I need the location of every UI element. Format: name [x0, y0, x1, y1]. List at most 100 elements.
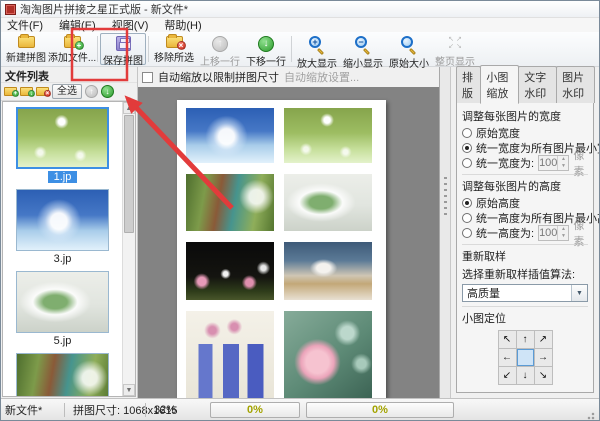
menu-edit[interactable]: 编辑(E) [59, 17, 96, 33]
position-group-label: 小图定位 [462, 310, 588, 326]
tab-text-watermark[interactable]: 文字水印 [518, 66, 557, 103]
radio-uniform-min-width[interactable]: 统一宽度为所有图片最小宽度 [462, 141, 588, 155]
file-name: 5.jp [48, 335, 78, 347]
position-bottom-left-button[interactable]: ↙ [499, 367, 516, 384]
file-list-toolbar: + ↓ × 全选 ↑ ↓ [1, 82, 137, 101]
move-item-down-button[interactable]: ↓ [101, 85, 114, 98]
position-top-right-button[interactable]: ↗ [535, 331, 552, 348]
list-item[interactable]: 3.jp [3, 189, 122, 265]
auto-scale-row: 自动缩放以限制拼图尺寸 自动缩放设置... [138, 67, 439, 87]
status-zoom-level: 32% [146, 404, 202, 416]
zoom-in-button[interactable]: + 放大显示 [294, 33, 340, 65]
add-folder-icon[interactable]: ↓ [20, 87, 33, 96]
radio-original-height[interactable]: 原始高度 [462, 196, 588, 210]
collage-canvas[interactable] [138, 87, 439, 398]
radio-custom-height[interactable]: 统一高度为: 100 ▲▼ 像素 [462, 226, 588, 240]
chevron-down-icon[interactable]: ▼ [571, 285, 587, 301]
auto-scale-checkbox[interactable] [142, 72, 153, 83]
position-left-button[interactable]: ← [499, 349, 516, 366]
move-item-up-button: ↑ [85, 85, 98, 98]
group-divider [462, 244, 588, 245]
add-file-icon[interactable]: + [4, 87, 17, 96]
width-value-stepper: 100 ▲▼ [538, 155, 569, 171]
file-list-scrollbar[interactable]: ▲ ▼ [122, 102, 135, 396]
photo-grass-dandelion[interactable] [284, 108, 372, 163]
status-collage-size: 拼图尺寸: 1068x1615 [65, 402, 145, 418]
auto-scale-settings-link[interactable]: 自动缩放设置... [284, 69, 359, 85]
thumbnail-potted-white-flowers[interactable] [16, 271, 109, 333]
position-top-left-button[interactable]: ↖ [499, 331, 516, 348]
position-right-button[interactable]: → [535, 349, 552, 366]
scroll-down-icon[interactable]: ▼ [123, 384, 135, 396]
save-collage-icon [116, 36, 131, 51]
height-value-stepper: 100 ▲▼ [538, 225, 569, 241]
auto-scale-label: 自动缩放以限制拼图尺寸 [158, 69, 279, 85]
radio-icon [462, 128, 472, 138]
position-bottom-right-button[interactable]: ↘ [535, 367, 552, 384]
resample-algorithm-select[interactable]: 高质量 ▼ [462, 284, 588, 302]
remove-file-icon[interactable]: × [36, 87, 49, 96]
remove-selected-icon: × [166, 36, 183, 48]
progress-bar-1: 0% [210, 402, 300, 418]
move-row-up-button: ↑ 上移一行 [197, 33, 243, 65]
file-list-items: 1.jp 3.jp 5.jp [3, 102, 122, 396]
actual-size-icon [400, 36, 418, 54]
radio-original-width[interactable]: 原始宽度 [462, 126, 588, 140]
thumbnail-blue-dandelion[interactable] [16, 189, 109, 251]
move-row-down-icon: ↓ [258, 36, 274, 52]
photo-blue-dandelion[interactable] [186, 108, 274, 163]
photo-potted-white-flowers[interactable] [284, 174, 372, 231]
file-name: 3.jp [48, 253, 78, 265]
thumbnail-girl-with-flowers[interactable] [16, 353, 109, 396]
add-files-icon: + [64, 36, 81, 48]
add-files-button[interactable]: + 添加文件... [49, 33, 95, 65]
save-collage-button[interactable]: 保存拼图 [100, 33, 146, 65]
menu-help[interactable]: 帮助(H) [164, 17, 201, 33]
image-position-grid: ↖ ↑ ↗ ← → ↙ ↓ ↘ [498, 330, 553, 385]
photo-book-and-vase[interactable] [284, 242, 372, 300]
list-item[interactable]: 5.jp [3, 271, 122, 347]
panel-splitter[interactable] [439, 67, 451, 398]
group-divider [462, 174, 588, 175]
move-row-down-button[interactable]: ↓ 下移一行 [243, 33, 289, 65]
scrollbar-thumb[interactable] [124, 115, 134, 233]
status-doc-name: 新文件* [5, 402, 64, 418]
progress-bar-2: 0% [306, 402, 454, 418]
photo-girl-with-flowers[interactable] [186, 174, 274, 231]
select-all-button[interactable]: 全选 [52, 84, 82, 99]
zoom-in-icon: + [308, 36, 326, 54]
radio-custom-width[interactable]: 统一宽度为: 100 ▲▼ 像素 [462, 156, 588, 170]
toolbar-separator [291, 36, 292, 62]
app-window: 淘淘图片拼接之星正式版 - 新文件* 文件(F) 编辑(E) 视图(V) 帮助(… [0, 0, 600, 421]
tab-content: 调整每张图片的宽度 原始宽度 统一宽度为所有图片最小宽度 统一宽度为: 100 … [456, 103, 594, 393]
title-bar: 淘淘图片拼接之星正式版 - 新文件* [1, 1, 599, 18]
thumbnail-grass-dandelion[interactable] [16, 107, 109, 169]
main-toolbar: 新建拼图 + 添加文件... 保存拼图 × 移除所选 ↑ 上移一行 ↓ 下移一行… [1, 32, 599, 67]
position-bottom-button[interactable]: ↓ [517, 367, 534, 384]
resample-group-label: 重新取样 [462, 248, 588, 264]
splitter-grip-icon [444, 177, 447, 217]
stepper-arrows-icon: ▲▼ [557, 156, 568, 170]
zoom-out-button[interactable]: − 缩小显示 [340, 33, 386, 65]
scroll-up-icon[interactable]: ▲ [123, 102, 135, 114]
photo-pink-dahlia[interactable] [284, 311, 372, 398]
new-collage-button[interactable]: 新建拼图 [3, 33, 49, 65]
resize-grip-icon[interactable] [585, 410, 595, 420]
position-center-button[interactable] [517, 349, 534, 366]
list-item[interactable]: 1.jp [3, 107, 122, 183]
photo-blue-bottles[interactable] [186, 311, 274, 398]
remove-selected-button[interactable]: × 移除所选 [151, 33, 197, 65]
position-top-button[interactable]: ↑ [517, 331, 534, 348]
photo-night-flowers[interactable] [186, 242, 274, 300]
actual-size-button[interactable]: 原始大小 [386, 33, 432, 65]
list-item[interactable] [3, 353, 122, 396]
tab-image-scaling[interactable]: 小图缩放 [480, 65, 519, 104]
tab-image-watermark[interactable]: 图片水印 [556, 66, 595, 103]
radio-uniform-min-height[interactable]: 统一高度为所有图片最小高度 [462, 211, 588, 225]
menu-view[interactable]: 视图(V) [112, 17, 149, 33]
tab-layout[interactable]: 排版 [456, 66, 481, 103]
status-bar: 新文件* 拼图尺寸: 1068x1615 32% 0% 0% [1, 398, 599, 420]
radio-icon [462, 228, 472, 238]
menu-file[interactable]: 文件(F) [7, 17, 43, 33]
toolbar-separator [97, 36, 98, 62]
